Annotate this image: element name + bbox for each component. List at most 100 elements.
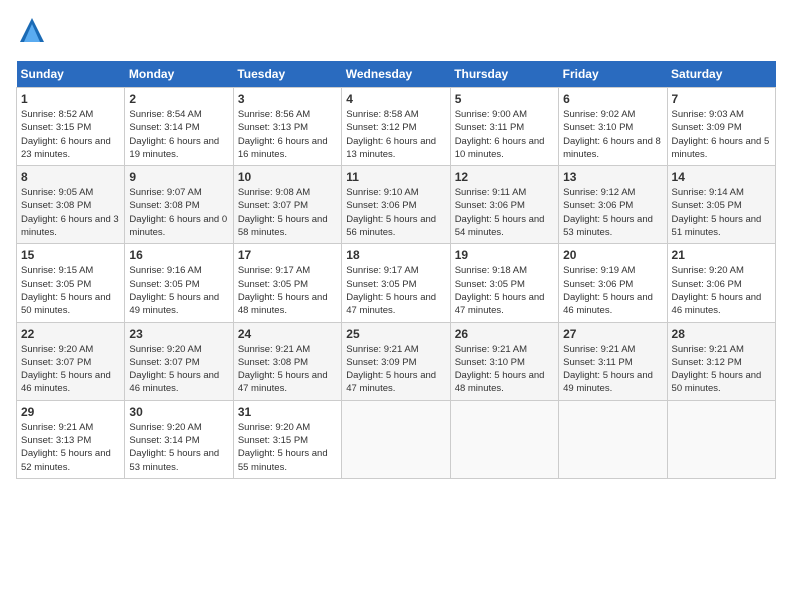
day-info: Sunrise: 9:18 AM Sunset: 3:05 PM Dayligh… bbox=[455, 264, 554, 317]
day-info: Sunrise: 8:56 AM Sunset: 3:13 PM Dayligh… bbox=[238, 108, 337, 161]
day-info: Sunrise: 9:07 AM Sunset: 3:08 PM Dayligh… bbox=[129, 186, 228, 239]
day-info: Sunrise: 9:14 AM Sunset: 3:05 PM Dayligh… bbox=[672, 186, 771, 239]
day-info: Sunrise: 9:19 AM Sunset: 3:06 PM Dayligh… bbox=[563, 264, 662, 317]
day-info: Sunrise: 9:20 AM Sunset: 3:07 PM Dayligh… bbox=[129, 343, 228, 396]
day-number: 16 bbox=[129, 248, 228, 262]
day-cell bbox=[342, 400, 450, 478]
day-number: 11 bbox=[346, 170, 445, 184]
day-number: 14 bbox=[672, 170, 771, 184]
day-number: 20 bbox=[563, 248, 662, 262]
day-info: Sunrise: 9:02 AM Sunset: 3:10 PM Dayligh… bbox=[563, 108, 662, 161]
day-cell bbox=[450, 400, 558, 478]
weekday-header-sunday: Sunday bbox=[17, 61, 125, 88]
day-cell: 14 Sunrise: 9:14 AM Sunset: 3:05 PM Dayl… bbox=[667, 166, 775, 244]
day-cell: 7 Sunrise: 9:03 AM Sunset: 3:09 PM Dayli… bbox=[667, 88, 775, 166]
day-cell: 20 Sunrise: 9:19 AM Sunset: 3:06 PM Dayl… bbox=[559, 244, 667, 322]
day-cell bbox=[667, 400, 775, 478]
day-number: 10 bbox=[238, 170, 337, 184]
day-cell: 17 Sunrise: 9:17 AM Sunset: 3:05 PM Dayl… bbox=[233, 244, 341, 322]
day-number: 4 bbox=[346, 92, 445, 106]
day-cell bbox=[559, 400, 667, 478]
page-header bbox=[16, 16, 776, 51]
weekday-header-wednesday: Wednesday bbox=[342, 61, 450, 88]
day-info: Sunrise: 9:00 AM Sunset: 3:11 PM Dayligh… bbox=[455, 108, 554, 161]
day-number: 21 bbox=[672, 248, 771, 262]
day-info: Sunrise: 9:21 AM Sunset: 3:09 PM Dayligh… bbox=[346, 343, 445, 396]
day-number: 26 bbox=[455, 327, 554, 341]
day-cell: 3 Sunrise: 8:56 AM Sunset: 3:13 PM Dayli… bbox=[233, 88, 341, 166]
day-number: 12 bbox=[455, 170, 554, 184]
logo bbox=[16, 16, 46, 51]
day-number: 24 bbox=[238, 327, 337, 341]
weekday-header-thursday: Thursday bbox=[450, 61, 558, 88]
day-cell: 11 Sunrise: 9:10 AM Sunset: 3:06 PM Dayl… bbox=[342, 166, 450, 244]
day-info: Sunrise: 9:12 AM Sunset: 3:06 PM Dayligh… bbox=[563, 186, 662, 239]
day-number: 22 bbox=[21, 327, 120, 341]
logo-text bbox=[16, 16, 46, 51]
day-number: 1 bbox=[21, 92, 120, 106]
day-cell: 12 Sunrise: 9:11 AM Sunset: 3:06 PM Dayl… bbox=[450, 166, 558, 244]
day-number: 6 bbox=[563, 92, 662, 106]
day-cell: 29 Sunrise: 9:21 AM Sunset: 3:13 PM Dayl… bbox=[17, 400, 125, 478]
day-info: Sunrise: 9:10 AM Sunset: 3:06 PM Dayligh… bbox=[346, 186, 445, 239]
day-info: Sunrise: 9:08 AM Sunset: 3:07 PM Dayligh… bbox=[238, 186, 337, 239]
calendar: SundayMondayTuesdayWednesdayThursdayFrid… bbox=[16, 61, 776, 479]
day-number: 15 bbox=[21, 248, 120, 262]
week-row-1: 1 Sunrise: 8:52 AM Sunset: 3:15 PM Dayli… bbox=[17, 88, 776, 166]
weekday-header-saturday: Saturday bbox=[667, 61, 775, 88]
day-number: 29 bbox=[21, 405, 120, 419]
day-number: 13 bbox=[563, 170, 662, 184]
day-number: 5 bbox=[455, 92, 554, 106]
day-cell: 24 Sunrise: 9:21 AM Sunset: 3:08 PM Dayl… bbox=[233, 322, 341, 400]
day-number: 7 bbox=[672, 92, 771, 106]
day-cell: 4 Sunrise: 8:58 AM Sunset: 3:12 PM Dayli… bbox=[342, 88, 450, 166]
day-cell: 16 Sunrise: 9:16 AM Sunset: 3:05 PM Dayl… bbox=[125, 244, 233, 322]
day-info: Sunrise: 9:17 AM Sunset: 3:05 PM Dayligh… bbox=[346, 264, 445, 317]
day-number: 2 bbox=[129, 92, 228, 106]
day-info: Sunrise: 9:03 AM Sunset: 3:09 PM Dayligh… bbox=[672, 108, 771, 161]
day-cell: 1 Sunrise: 8:52 AM Sunset: 3:15 PM Dayli… bbox=[17, 88, 125, 166]
day-info: Sunrise: 8:54 AM Sunset: 3:14 PM Dayligh… bbox=[129, 108, 228, 161]
weekday-header-tuesday: Tuesday bbox=[233, 61, 341, 88]
day-info: Sunrise: 9:20 AM Sunset: 3:14 PM Dayligh… bbox=[129, 421, 228, 474]
day-number: 30 bbox=[129, 405, 228, 419]
day-info: Sunrise: 9:20 AM Sunset: 3:07 PM Dayligh… bbox=[21, 343, 120, 396]
day-cell: 10 Sunrise: 9:08 AM Sunset: 3:07 PM Dayl… bbox=[233, 166, 341, 244]
day-cell: 8 Sunrise: 9:05 AM Sunset: 3:08 PM Dayli… bbox=[17, 166, 125, 244]
day-number: 9 bbox=[129, 170, 228, 184]
week-row-5: 29 Sunrise: 9:21 AM Sunset: 3:13 PM Dayl… bbox=[17, 400, 776, 478]
day-info: Sunrise: 8:52 AM Sunset: 3:15 PM Dayligh… bbox=[21, 108, 120, 161]
day-info: Sunrise: 9:16 AM Sunset: 3:05 PM Dayligh… bbox=[129, 264, 228, 317]
day-number: 31 bbox=[238, 405, 337, 419]
week-row-2: 8 Sunrise: 9:05 AM Sunset: 3:08 PM Dayli… bbox=[17, 166, 776, 244]
day-cell: 31 Sunrise: 9:20 AM Sunset: 3:15 PM Dayl… bbox=[233, 400, 341, 478]
day-info: Sunrise: 9:21 AM Sunset: 3:08 PM Dayligh… bbox=[238, 343, 337, 396]
day-info: Sunrise: 9:21 AM Sunset: 3:10 PM Dayligh… bbox=[455, 343, 554, 396]
day-cell: 21 Sunrise: 9:20 AM Sunset: 3:06 PM Dayl… bbox=[667, 244, 775, 322]
day-cell: 15 Sunrise: 9:15 AM Sunset: 3:05 PM Dayl… bbox=[17, 244, 125, 322]
week-row-4: 22 Sunrise: 9:20 AM Sunset: 3:07 PM Dayl… bbox=[17, 322, 776, 400]
day-cell: 5 Sunrise: 9:00 AM Sunset: 3:11 PM Dayli… bbox=[450, 88, 558, 166]
day-cell: 19 Sunrise: 9:18 AM Sunset: 3:05 PM Dayl… bbox=[450, 244, 558, 322]
weekday-header-monday: Monday bbox=[125, 61, 233, 88]
day-info: Sunrise: 9:15 AM Sunset: 3:05 PM Dayligh… bbox=[21, 264, 120, 317]
day-info: Sunrise: 9:21 AM Sunset: 3:11 PM Dayligh… bbox=[563, 343, 662, 396]
day-cell: 26 Sunrise: 9:21 AM Sunset: 3:10 PM Dayl… bbox=[450, 322, 558, 400]
day-number: 18 bbox=[346, 248, 445, 262]
day-info: Sunrise: 9:20 AM Sunset: 3:15 PM Dayligh… bbox=[238, 421, 337, 474]
day-number: 19 bbox=[455, 248, 554, 262]
day-cell: 13 Sunrise: 9:12 AM Sunset: 3:06 PM Dayl… bbox=[559, 166, 667, 244]
day-info: Sunrise: 9:20 AM Sunset: 3:06 PM Dayligh… bbox=[672, 264, 771, 317]
weekday-header-friday: Friday bbox=[559, 61, 667, 88]
day-info: Sunrise: 8:58 AM Sunset: 3:12 PM Dayligh… bbox=[346, 108, 445, 161]
day-info: Sunrise: 9:17 AM Sunset: 3:05 PM Dayligh… bbox=[238, 264, 337, 317]
day-info: Sunrise: 9:21 AM Sunset: 3:13 PM Dayligh… bbox=[21, 421, 120, 474]
day-number: 25 bbox=[346, 327, 445, 341]
logo-icon bbox=[18, 16, 46, 44]
day-cell: 25 Sunrise: 9:21 AM Sunset: 3:09 PM Dayl… bbox=[342, 322, 450, 400]
day-number: 23 bbox=[129, 327, 228, 341]
day-cell: 6 Sunrise: 9:02 AM Sunset: 3:10 PM Dayli… bbox=[559, 88, 667, 166]
day-number: 3 bbox=[238, 92, 337, 106]
day-info: Sunrise: 9:05 AM Sunset: 3:08 PM Dayligh… bbox=[21, 186, 120, 239]
day-number: 28 bbox=[672, 327, 771, 341]
